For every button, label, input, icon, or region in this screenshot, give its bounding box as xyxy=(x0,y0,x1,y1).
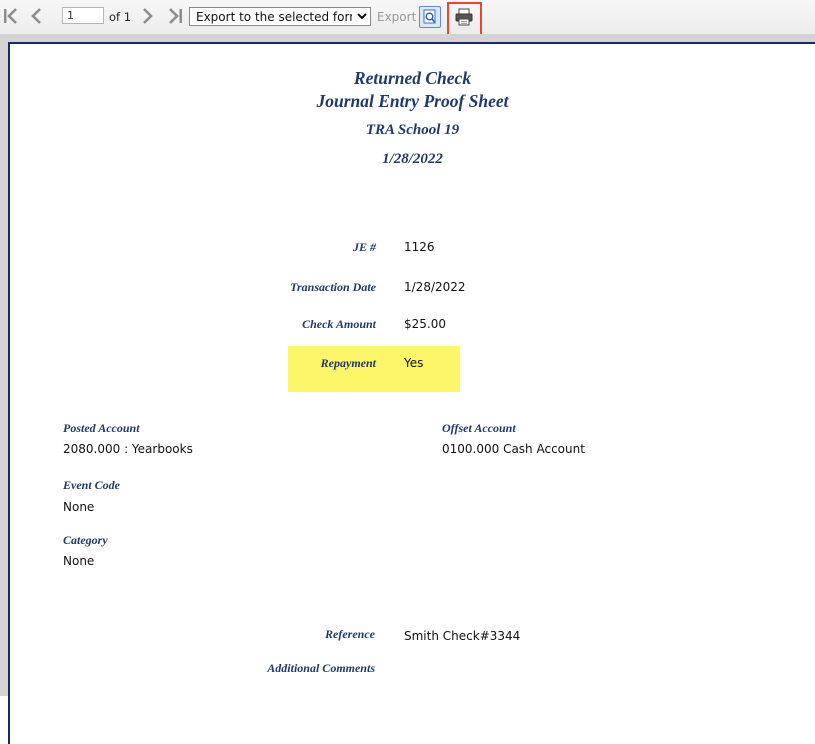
report-title: Returned Check xyxy=(353,68,472,88)
report-viewer[interactable]: Returned Check Journal Entry Proof Sheet… xyxy=(0,34,815,744)
refresh-icon xyxy=(423,9,436,24)
je-number-value: 1126 xyxy=(404,240,435,254)
report-page: Returned Check Journal Entry Proof Sheet… xyxy=(8,42,815,744)
report-toolbar: of 1 Export to the selected format Expor… xyxy=(0,0,815,36)
check-amount-label: Check Amount xyxy=(302,317,376,331)
previous-page-icon[interactable] xyxy=(28,7,46,25)
export-format-select[interactable]: Export to the selected format xyxy=(189,7,371,26)
transaction-date-value: 1/28/2022 xyxy=(404,280,466,294)
event-code-label: Event Code xyxy=(63,478,120,492)
page-number-input[interactable] xyxy=(62,7,104,24)
repayment-label: Repayment xyxy=(320,356,376,370)
category-value: None xyxy=(63,554,95,568)
posted-account-label: Posted Account xyxy=(63,421,140,435)
report-subtitle: Journal Entry Proof Sheet xyxy=(316,91,509,111)
posted-account-value: 2080.000 : Yearbooks xyxy=(63,442,193,456)
repayment-value: Yes xyxy=(404,356,424,370)
event-code-value: None xyxy=(63,500,95,514)
next-page-icon[interactable] xyxy=(138,7,156,25)
check-amount-value: $25.00 xyxy=(404,317,446,331)
je-number-label: JE # xyxy=(352,240,376,254)
school-name: TRA School 19 xyxy=(365,122,460,138)
additional-comments-label: Additional Comments xyxy=(267,661,375,675)
refresh-button[interactable] xyxy=(419,6,441,28)
category-label: Category xyxy=(63,533,108,547)
first-page-icon[interactable] xyxy=(2,7,20,25)
reference-value: Smith Check#3344 xyxy=(404,629,521,643)
reference-label: Reference xyxy=(325,627,375,641)
print-icon[interactable] xyxy=(454,7,474,27)
report-date: 1/28/2022 xyxy=(382,151,443,167)
export-button[interactable]: Export xyxy=(377,10,416,24)
offset-account-value: 0100.000 Cash Account xyxy=(442,442,585,456)
transaction-date-label: Transaction Date xyxy=(290,280,376,294)
last-page-icon[interactable] xyxy=(166,7,184,25)
offset-account-label: Offset Account xyxy=(442,421,516,435)
page-count-label: of 1 xyxy=(109,10,132,24)
